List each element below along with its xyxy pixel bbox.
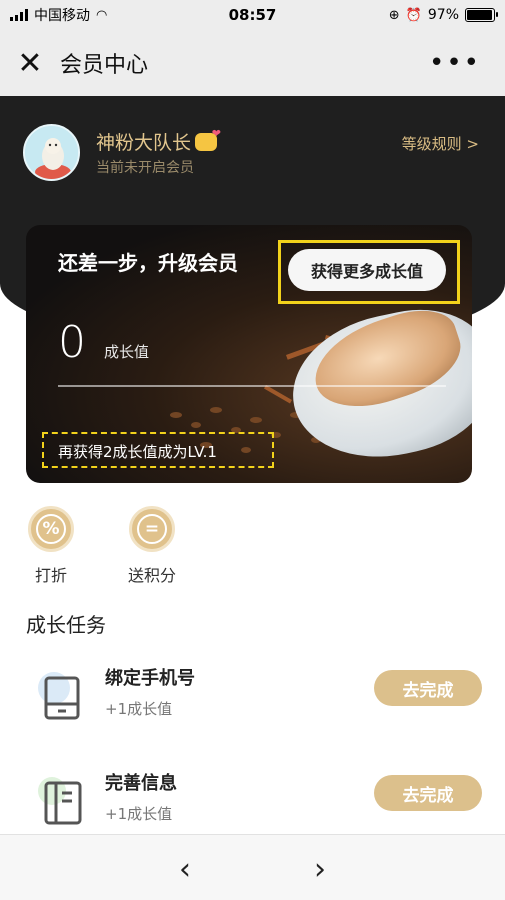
user-name-text: 神粉大队长: [96, 132, 192, 154]
status-time: 08:57: [228, 6, 277, 24]
task-reward: +1成长值: [105, 700, 173, 718]
task-item: 绑定手机号 +1成长值 去完成: [0, 658, 505, 758]
benefit-label: 送积分: [127, 566, 176, 585]
back-arrow-icon[interactable]: ‹: [165, 849, 205, 889]
benefit-discount[interactable]: % 打折: [14, 506, 88, 586]
info-book-icon: [38, 777, 82, 825]
percent-icon: %: [28, 506, 74, 552]
wifi-icon: ◠: [96, 7, 108, 23]
growth-points-value: 0: [58, 317, 86, 368]
task-name: 完善信息: [105, 773, 177, 794]
dashed-highlight-frame: [42, 432, 274, 468]
close-icon[interactable]: ✕: [0, 30, 60, 96]
benefit-points[interactable]: = 送积分: [115, 506, 189, 586]
growth-progress-bar: [58, 385, 446, 387]
card-title: 还差一步，升级会员: [58, 251, 238, 275]
phone-icon: [38, 672, 80, 720]
task-name: 绑定手机号: [105, 668, 195, 689]
battery-icon: [465, 8, 498, 22]
highlight-frame: [278, 240, 460, 304]
emoji-badge-icon: [195, 127, 221, 151]
points-icon: =: [129, 506, 175, 552]
complete-task-button[interactable]: 去完成: [374, 775, 482, 811]
signal-icon: [10, 9, 28, 21]
section-title: 成长任务: [26, 613, 106, 637]
forward-arrow-icon[interactable]: ›: [300, 849, 340, 889]
growth-points-label: 成长值: [104, 343, 150, 361]
task-reward: +1成长值: [105, 805, 173, 823]
battery-percent: 97%: [427, 7, 459, 23]
level-rules-link[interactable]: 等级规则 >: [402, 133, 479, 154]
rotation-lock-icon: ⊕: [388, 7, 400, 23]
nav-bar: ✕ 会员中心 •••: [0, 30, 505, 96]
carrier-name: 中国移动: [34, 8, 90, 24]
alarm-icon: ⏰: [405, 7, 422, 23]
benefit-label: 打折: [34, 566, 67, 585]
bottom-nav-bar: ‹ ›: [0, 834, 505, 900]
complete-task-button[interactable]: 去完成: [374, 670, 482, 706]
user-name: 神粉大队长: [96, 127, 221, 155]
status-bar: 中国移动 ◠ 08:57 ⊕ ⏰ 97%: [0, 0, 505, 30]
membership-status: 当前未开启会员: [96, 160, 194, 176]
page-title: 会员中心: [60, 53, 149, 78]
more-icon[interactable]: •••: [429, 48, 481, 78]
avatar[interactable]: [23, 124, 80, 181]
battery-fill: [467, 10, 493, 20]
